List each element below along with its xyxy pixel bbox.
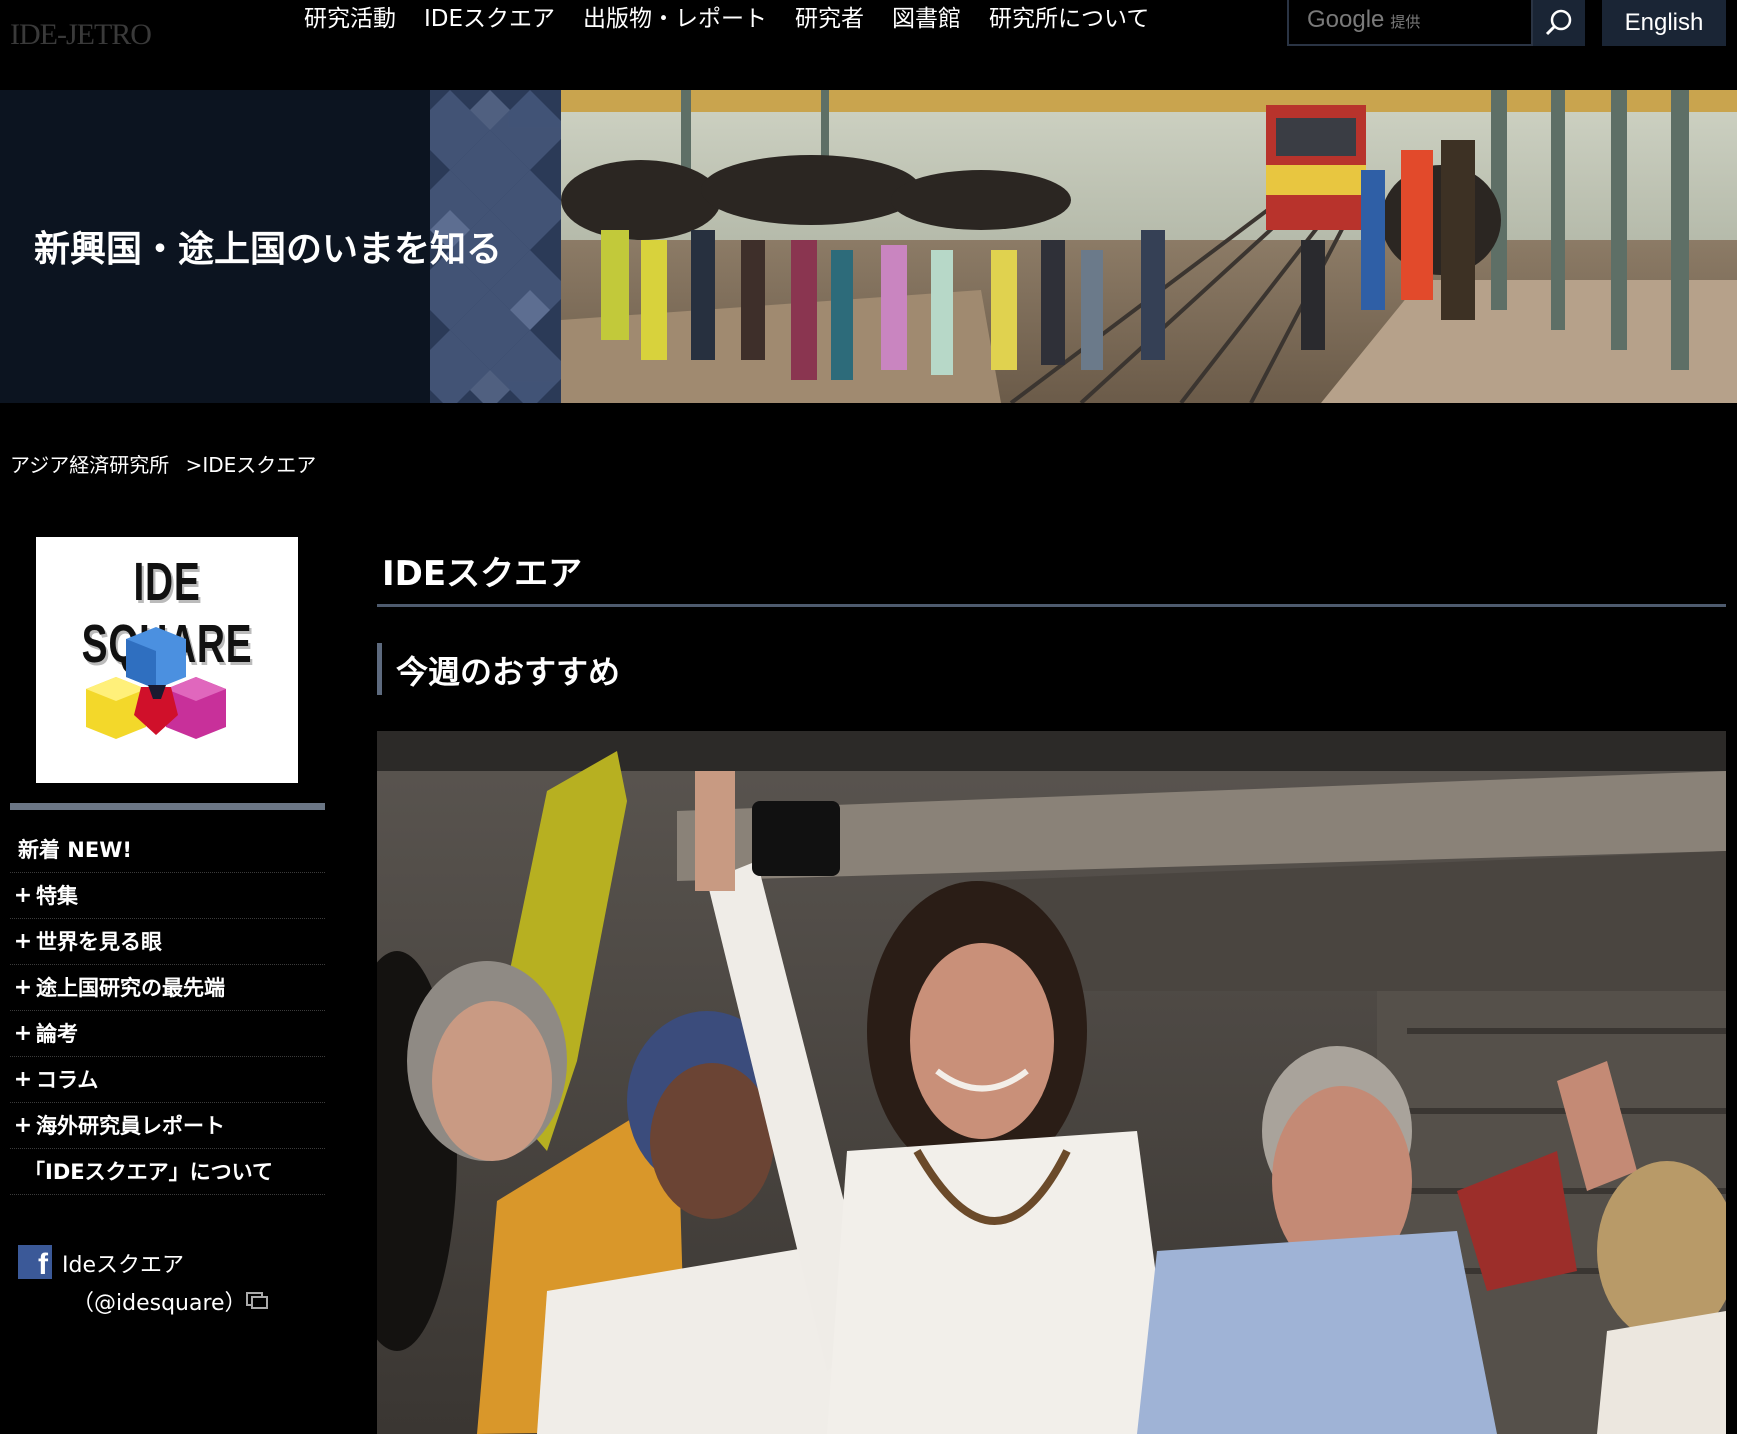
title-underline <box>377 604 1726 607</box>
ide-square-logo[interactable]: IDE SQUARE <box>36 537 298 783</box>
sidebar-item-overseas-report[interactable]: + 海外研究員レポート <box>10 1103 325 1149</box>
section-title-weekly-picks: 今週のおすすめ <box>396 653 621 691</box>
sidebar-item-label: 「IDEスクエア」について <box>24 1159 273 1184</box>
nav-ide-square[interactable]: IDEスクエア <box>410 0 569 38</box>
cubes-logo-icon <box>86 627 226 739</box>
external-link-icon <box>246 1292 268 1309</box>
hero-title: 新興国・途上国のいまを知る <box>34 229 503 270</box>
sidebar-item-frontier[interactable]: + 途上国研究の最先端 <box>10 965 325 1011</box>
sidebar-item-new[interactable]: 新着 NEW! <box>10 827 325 873</box>
search-icon <box>1545 9 1572 36</box>
plus-icon: + <box>13 974 33 1000</box>
sidebar-item-column[interactable]: + コラム <box>10 1057 325 1103</box>
plus-icon: + <box>13 882 33 908</box>
breadcrumb-current: >IDEスクエア <box>185 453 317 477</box>
site-header: IDE-JETRO 研究活動 IDEスクエア 出版物・レポート 研究者 図書館 … <box>0 0 1737 90</box>
breadcrumb-home[interactable]: アジア経済研究所 <box>10 453 169 477</box>
sidebar-item-label: 新着 NEW! <box>18 837 132 862</box>
english-button[interactable]: English <box>1602 0 1726 46</box>
search-placeholder: Google 提供 <box>1307 6 1421 33</box>
breadcrumb: アジア経済研究所 >IDEスクエア <box>10 449 316 478</box>
search-input[interactable]: Google 提供 <box>1287 0 1533 46</box>
sidebar-item-label: 論考 <box>36 1021 78 1046</box>
page-title: IDEスクエア <box>382 554 583 594</box>
plus-icon: + <box>13 1112 33 1138</box>
sidebar-item-about[interactable]: 「IDEスクエア」について <box>10 1149 325 1195</box>
nav-researchers[interactable]: 研究者 <box>781 0 878 38</box>
sidebar-menu: 新着 NEW! + 特集 + 世界を見る眼 + 途上国研究の最先端 + 論考 + コラム … <box>10 827 325 1195</box>
sidebar-item-label: 途上国研究の最先端 <box>36 975 225 1000</box>
sidebar-divider <box>10 803 325 810</box>
sidebar-item-label: コラム <box>36 1067 99 1092</box>
facebook-handle[interactable]: （@idesquare） <box>72 1285 247 1317</box>
section-accent-bar <box>377 643 382 695</box>
sidebar-item-label: 世界を見る眼 <box>36 929 162 954</box>
nav-publications[interactable]: 出版物・レポート <box>569 0 781 38</box>
hero-photo-train-platform <box>561 90 1737 403</box>
global-nav: 研究活動 IDEスクエア 出版物・レポート 研究者 図書館 研究所について <box>290 0 1163 38</box>
nav-about[interactable]: 研究所について <box>975 0 1163 38</box>
plus-icon: + <box>13 1020 33 1046</box>
site-logo[interactable]: IDE-JETRO <box>10 18 152 52</box>
featured-article-image[interactable] <box>377 731 1726 1434</box>
facebook-icon: f <box>18 1245 52 1279</box>
sidebar-item-label: 海外研究員レポート <box>36 1113 225 1138</box>
hero-banner: 新興国・途上国のいまを知る <box>0 90 1737 403</box>
sidebar-item-feature[interactable]: + 特集 <box>10 873 325 919</box>
search-button[interactable] <box>1533 0 1585 46</box>
plus-icon: + <box>13 928 33 954</box>
sidebar-item-label: 特集 <box>36 883 78 908</box>
sidebar-item-world-view[interactable]: + 世界を見る眼 <box>10 919 325 965</box>
plus-icon: + <box>13 1066 33 1092</box>
nav-research[interactable]: 研究活動 <box>290 0 410 38</box>
sidebar-item-articles[interactable]: + 論考 <box>10 1011 325 1057</box>
nav-library[interactable]: 図書館 <box>878 0 975 38</box>
facebook-name[interactable]: Ideスクエア <box>62 1247 184 1279</box>
